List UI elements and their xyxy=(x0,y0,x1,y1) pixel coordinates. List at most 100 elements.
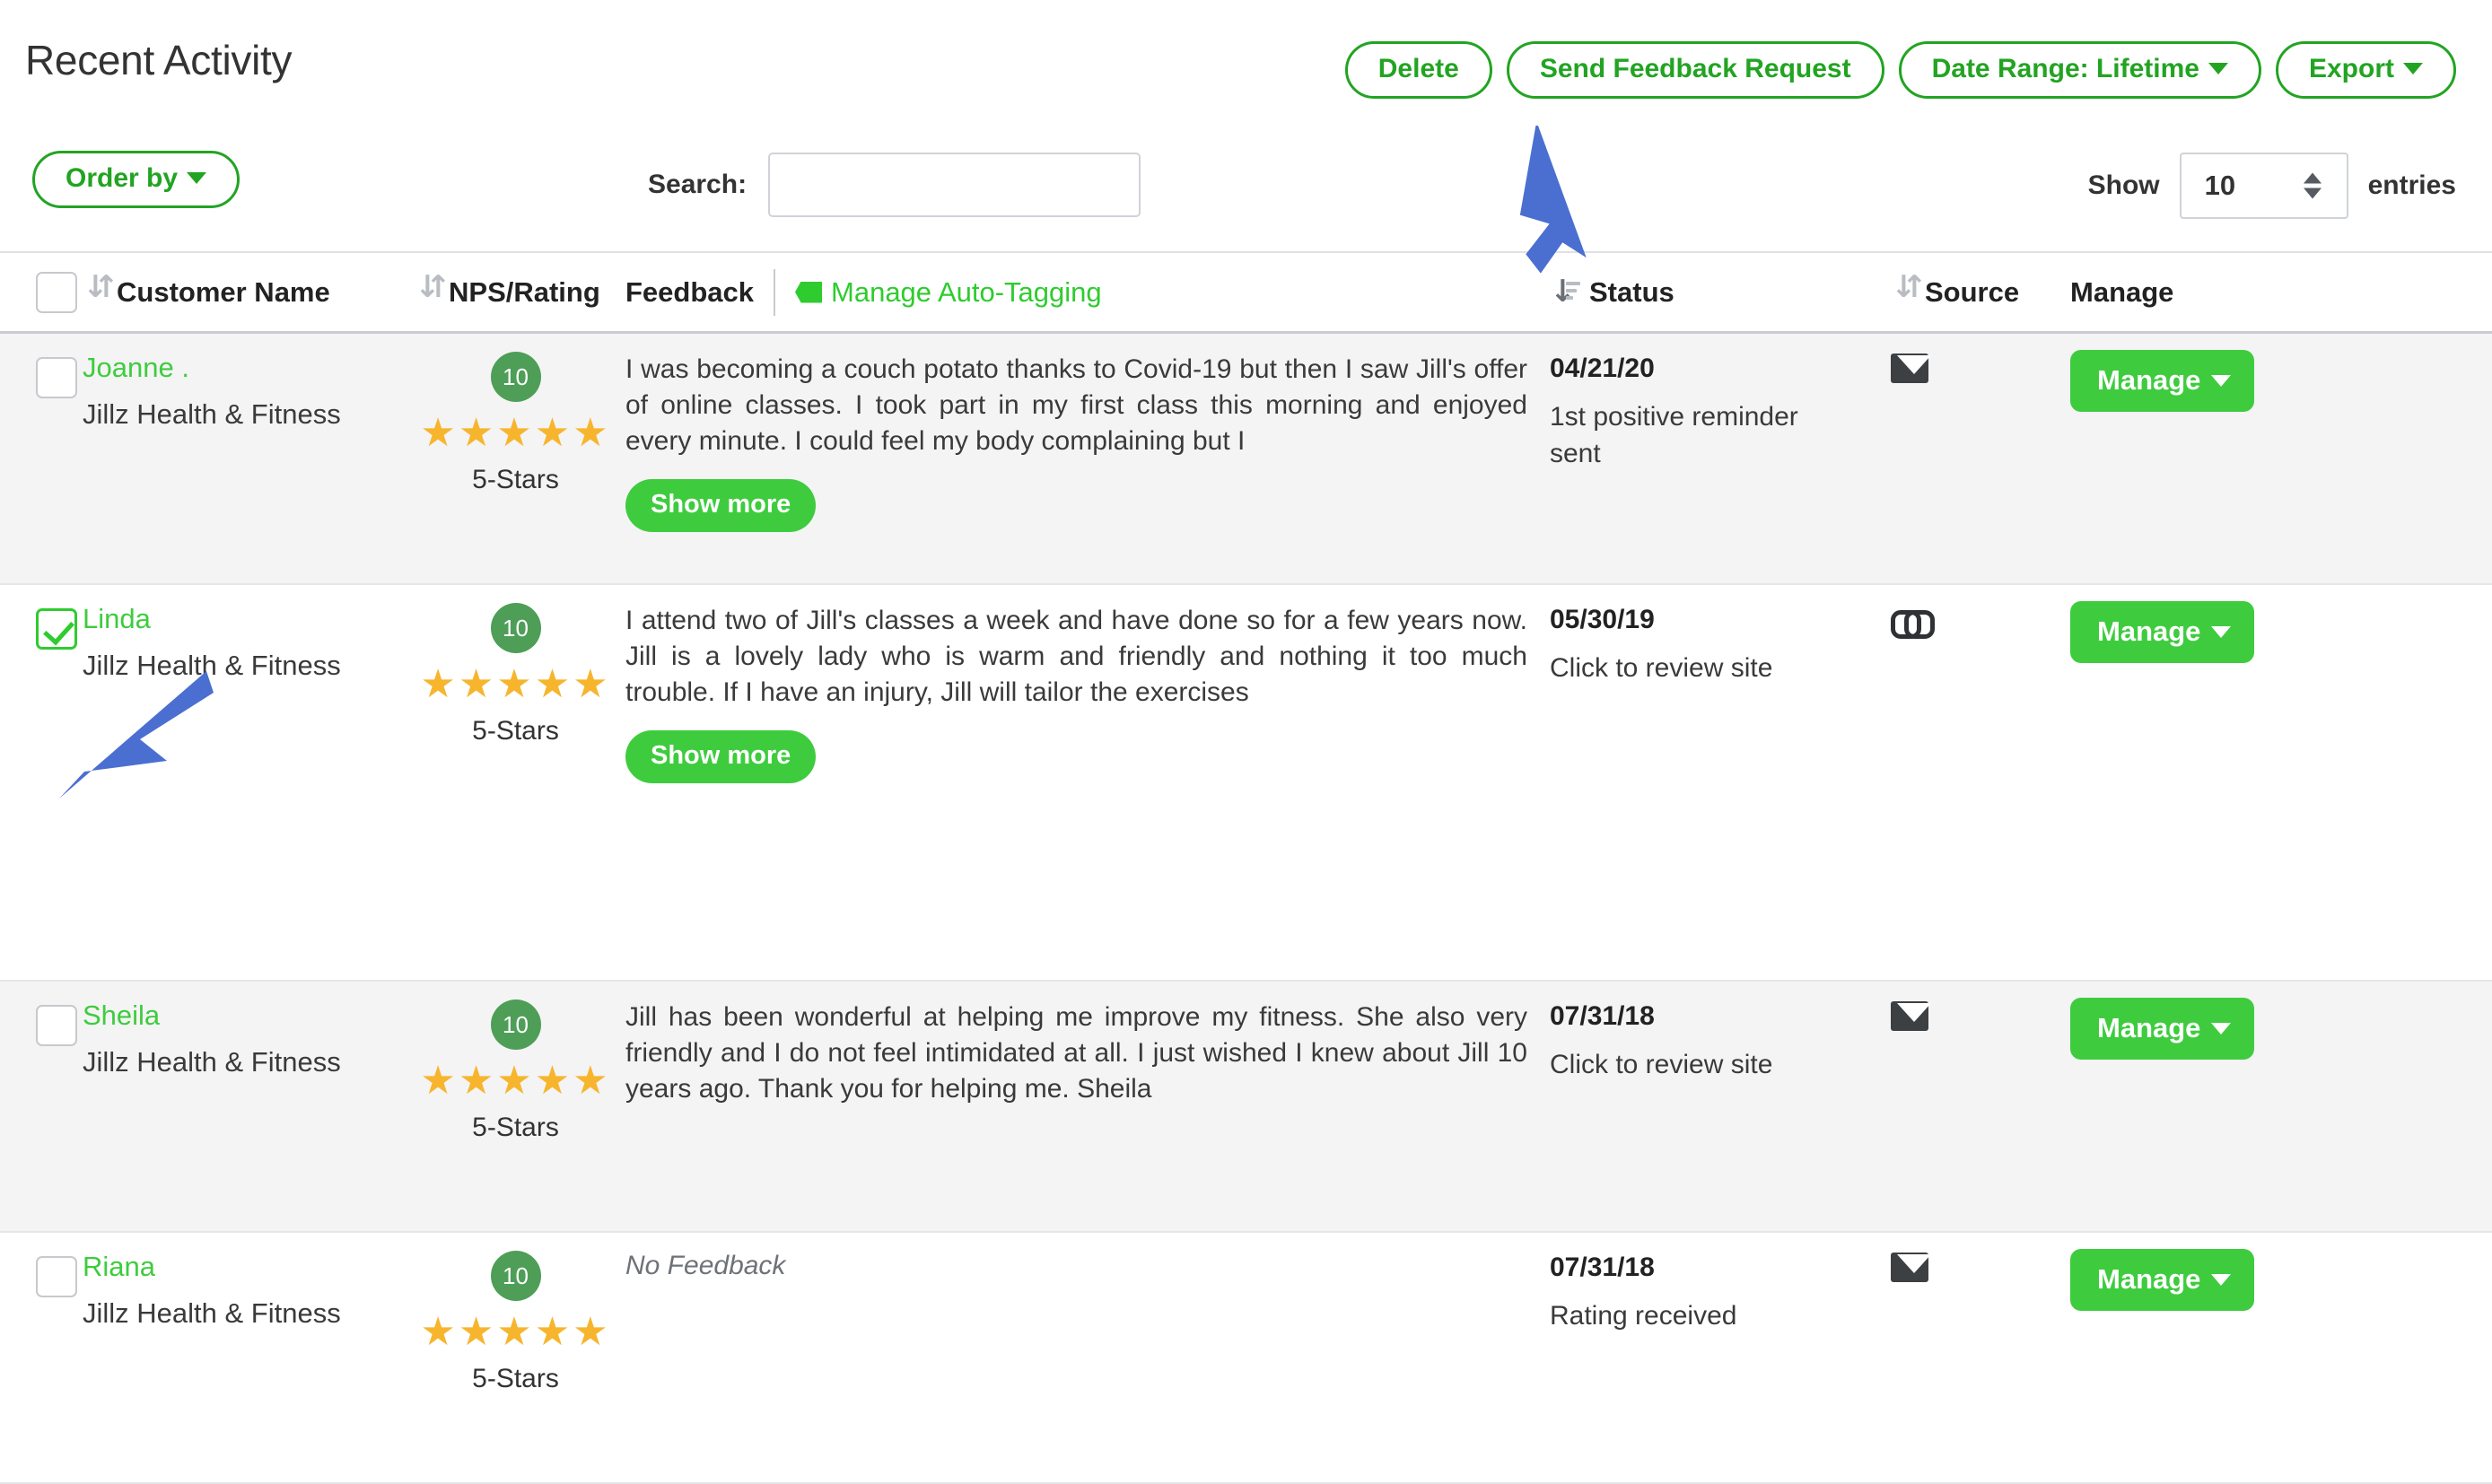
status-date: 07/31/18 xyxy=(1550,1001,1655,1031)
star-rating-label: 5-Stars xyxy=(472,1113,559,1143)
nps-wrapper: 10 ★★★★★ 5-Stars xyxy=(415,1251,625,1394)
row-nps-cell: 10 ★★★★★ 5-Stars xyxy=(415,334,625,583)
mail-icon[interactable] xyxy=(1891,354,1928,383)
sort-nps-rating[interactable]: ↓ ↑ NPS/Rating xyxy=(415,268,625,309)
order-by-dropdown[interactable]: Order by xyxy=(32,151,240,208)
stepper-arrows[interactable] xyxy=(2303,172,2321,199)
manage-dropdown-button[interactable]: Manage xyxy=(2070,998,2255,1060)
sort-icon: ↓ ↑ xyxy=(83,268,119,305)
nps-wrapper: 10 ★★★★★ 5-Stars xyxy=(415,352,625,495)
export-dropdown[interactable]: Export xyxy=(2275,41,2456,99)
chevron-down-icon xyxy=(2211,1022,2232,1034)
customer-name-link[interactable]: Joanne . xyxy=(83,352,415,384)
search-wrapper: Search: xyxy=(648,153,1141,217)
manage-dropdown-button[interactable]: Manage xyxy=(2070,350,2255,412)
activity-table: ↓ ↑ Customer Name ↓ ↑ NPS/Rating Feedback … xyxy=(0,251,2492,1484)
feedback-text: I attend two of Jill's classes a week an… xyxy=(625,606,1527,707)
chevron-down-icon[interactable] xyxy=(2303,188,2321,199)
select-all-checkbox[interactable] xyxy=(36,271,77,313)
chevron-down-icon xyxy=(2403,63,2423,75)
status-text[interactable]: Click to review site xyxy=(1550,650,1837,686)
sort-customer-name[interactable]: ↓ ↑ Customer Name xyxy=(83,268,415,309)
row-nps-cell: 10 ★★★★★ 5-Stars xyxy=(415,1233,625,1482)
header-action-buttons: Delete Send Feedback Request Date Range:… xyxy=(1344,41,2456,99)
star-rating-label: 5-Stars xyxy=(472,716,559,746)
entries-value: 10 xyxy=(2204,170,2236,201)
header-label-feedback: Feedback xyxy=(625,275,755,308)
table-row: Linda Jillz Health & Fitness 10 ★★★★★ 5-… xyxy=(0,585,2492,982)
delete-button-label: Delete xyxy=(1377,54,1459,83)
row-select-cell xyxy=(0,585,83,980)
row-checkbox[interactable] xyxy=(36,1256,77,1297)
row-checkbox[interactable] xyxy=(36,1005,77,1046)
table-row: Joanne . Jillz Health & Fitness 10 ★★★★★… xyxy=(0,334,2492,585)
header-divider xyxy=(774,268,776,316)
star-rating-label: 5-Stars xyxy=(472,465,559,495)
header-feedback-group: Feedback Manage Auto-Tagging xyxy=(625,268,1527,316)
row-manage-cell: Manage xyxy=(2070,1233,2492,1482)
export-label: Export xyxy=(2308,54,2394,83)
customer-name-link[interactable]: Sheila xyxy=(83,1000,415,1032)
entries-label: entries xyxy=(2367,170,2456,200)
header-label-source: Source xyxy=(1925,275,2020,308)
show-more-button[interactable]: Show more xyxy=(625,478,817,532)
page-header: Recent Activity Delete Send Feedback Req… xyxy=(0,0,2492,144)
show-label: Show xyxy=(2087,170,2160,200)
row-source-cell xyxy=(1891,982,2070,1231)
status-text: Rating received xyxy=(1550,1301,1737,1331)
chevron-down-icon xyxy=(2211,374,2232,387)
link-icon[interactable] xyxy=(1891,605,1935,639)
search-input[interactable] xyxy=(768,153,1141,217)
manage-button-label: Manage xyxy=(2097,615,2201,647)
row-customer-cell: Joanne . Jillz Health & Fitness xyxy=(83,334,415,583)
mail-icon[interactable] xyxy=(1891,1253,1928,1282)
sort-status[interactable]: ↓ Status xyxy=(1550,276,1891,309)
feedback-text: Jill has been wonderful at helping me im… xyxy=(625,1002,1527,1104)
row-customer-cell: Linda Jillz Health & Fitness xyxy=(83,585,415,980)
header-label-nps-rating: NPS/Rating xyxy=(449,275,600,308)
header-label-status: Status xyxy=(1589,275,1674,308)
row-customer-cell: Sheila Jillz Health & Fitness xyxy=(83,982,415,1231)
row-customer-cell: Riana Jillz Health & Fitness xyxy=(83,1233,415,1482)
send-feedback-request-button[interactable]: Send Feedback Request xyxy=(1506,41,1884,99)
business-name: Jillz Health & Fitness xyxy=(83,1046,341,1078)
sort-source[interactable]: ↓ ↑ Source xyxy=(1891,272,2070,309)
manage-dropdown-button[interactable]: Manage xyxy=(2070,1249,2255,1311)
sort-icon: ↓ ↑ xyxy=(415,268,451,305)
nps-wrapper: 10 ★★★★★ 5-Stars xyxy=(415,603,625,746)
status-text[interactable]: Click to review site xyxy=(1550,1046,1837,1083)
business-name: Jillz Health & Fitness xyxy=(83,398,341,430)
chevron-down-icon xyxy=(187,172,207,185)
manage-button-label: Manage xyxy=(2097,1012,2201,1043)
customer-name-link[interactable]: Riana xyxy=(83,1251,415,1283)
customer-name-link[interactable]: Linda xyxy=(83,603,415,635)
row-checkbox[interactable] xyxy=(36,357,77,398)
row-status-cell: 05/30/19 Click to review site xyxy=(1550,585,1891,980)
star-rating: ★★★★★ xyxy=(420,410,611,456)
nps-score-badge: 10 xyxy=(490,1000,541,1050)
date-range-dropdown[interactable]: Date Range: Lifetime xyxy=(1898,41,2261,99)
chevron-up-icon[interactable] xyxy=(2303,172,2321,184)
status-text: 1st positive reminder sent xyxy=(1550,402,1798,469)
manage-dropdown-button[interactable]: Manage xyxy=(2070,601,2255,663)
row-select-cell xyxy=(0,334,83,583)
business-name: Jillz Health & Fitness xyxy=(83,1297,341,1329)
mail-icon[interactable] xyxy=(1891,1001,1928,1031)
date-range-label: Date Range: Lifetime xyxy=(1931,54,2199,83)
table-row: Sheila Jillz Health & Fitness 10 ★★★★★ 5… xyxy=(0,982,2492,1233)
star-rating: ★★★★★ xyxy=(420,661,611,707)
entries-stepper[interactable]: 10 xyxy=(2179,153,2348,219)
row-status-cell: 07/31/18 Click to review site xyxy=(1550,982,1891,1231)
header-cell-status: ↓ Status xyxy=(1550,276,1891,309)
row-select-cell xyxy=(0,982,83,1231)
delete-button[interactable]: Delete xyxy=(1344,41,1492,99)
row-feedback-cell: I was becoming a couch potato thanks to … xyxy=(625,334,1550,583)
manage-auto-tagging-link[interactable]: Manage Auto-Tagging xyxy=(831,276,1102,309)
show-more-button[interactable]: Show more xyxy=(625,729,817,783)
header-label-manage-wrap: Manage xyxy=(2070,276,2492,309)
row-source-cell xyxy=(1891,585,2070,980)
row-checkbox[interactable] xyxy=(36,608,77,650)
search-label: Search: xyxy=(648,170,748,199)
order-by-wrapper: Order by xyxy=(32,151,240,208)
manage-button-label: Manage xyxy=(2097,1263,2201,1295)
